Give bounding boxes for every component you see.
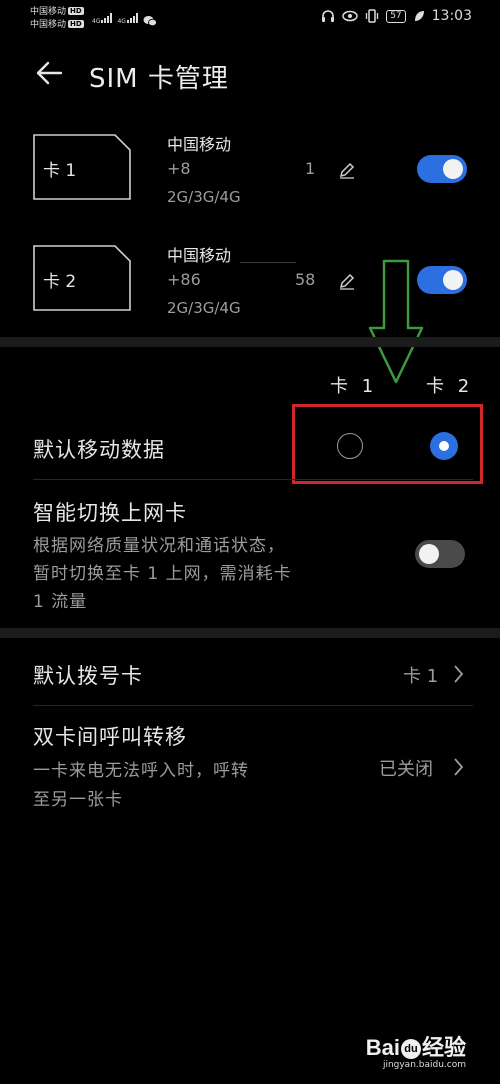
watermark-logo: Bai du 经验 — [365, 1035, 466, 1060]
call-forward-title: 双卡间呼叫转移 — [33, 725, 187, 749]
toggle-knob — [419, 544, 439, 564]
toggle-knob — [443, 270, 463, 290]
sim-2-network: 2G/3G/4G — [167, 299, 241, 317]
column-header-card-2: 卡 2 — [426, 376, 474, 397]
toggle-knob — [443, 159, 463, 179]
sim-2-carrier: 中国移动 — [167, 246, 232, 265]
back-button[interactable] — [34, 58, 64, 92]
default-dial-row[interactable]: 默认拨号卡 卡 1 — [0, 640, 500, 702]
status-time: 13:03 — [431, 8, 472, 24]
default-dial-value: 卡 1 — [403, 666, 439, 687]
sim-1-number-prefix: +8 — [167, 159, 191, 178]
signal-icons: 4G 4G — [92, 8, 157, 27]
divider — [33, 705, 473, 706]
annotation-arrow-icon — [368, 259, 424, 384]
sim-1-toggle[interactable] — [417, 155, 467, 183]
sim-slot-label: 卡 1 — [43, 161, 77, 181]
wechat-icon — [143, 16, 157, 27]
status-right: 57 13:03 — [321, 8, 472, 24]
call-forward-desc-line-1: 一卡来电无法呼入时，呼转 — [33, 761, 249, 781]
call-forward-value: 已关闭 — [379, 759, 433, 780]
column-header-card-1: 卡 1 — [330, 376, 378, 397]
smart-switch-title: 智能切换上网卡 — [33, 501, 187, 525]
chevron-right-icon — [454, 665, 464, 683]
baidu-jingyan-watermark: Bai du 经验 jingyan.baidu.com — [366, 1030, 466, 1070]
chevron-right-icon — [454, 758, 464, 776]
vibrate-icon — [366, 9, 379, 23]
battery-icon: 57 — [386, 9, 406, 23]
sim-card-1-icon: 卡 1 — [33, 134, 131, 200]
smart-switch-desc-line-1: 根据网络质量状况和通话状态， — [33, 536, 285, 556]
section-separator — [0, 628, 500, 638]
headphones-icon — [322, 10, 335, 22]
smart-switch-desc-line-2: 暂时切换至卡 1 上网，需消耗卡 — [33, 564, 292, 584]
redaction-line — [240, 262, 296, 263]
sim-slot-label: 卡 2 — [43, 272, 77, 292]
sim-2-number-prefix: +86 — [167, 270, 201, 289]
status-carrier-1: 中国移动 HD — [30, 7, 84, 17]
section-separator — [0, 337, 500, 347]
call-forward-row[interactable]: 双卡间呼叫转移 一卡来电无法呼入时，呼转 至另一张卡 已关闭 — [0, 708, 500, 820]
page-title: SIM 卡管理 — [89, 64, 229, 94]
leaf-icon — [414, 11, 424, 21]
sim-1-network: 2G/3G/4G — [167, 188, 241, 206]
sim-card-2-icon: 卡 2 — [33, 245, 131, 311]
back-arrow-icon — [36, 61, 63, 85]
signal-strength-icon: 4G — [92, 8, 113, 27]
sim-1-number-suffix: 1 — [305, 159, 316, 178]
pencil-icon — [339, 162, 355, 179]
divider — [33, 479, 473, 480]
edit-number-button[interactable] — [338, 272, 356, 294]
sim-1-carrier: 中国移动 — [167, 135, 232, 154]
smart-switch-toggle[interactable] — [415, 540, 465, 568]
paw-icon: du — [400, 1039, 421, 1059]
call-forward-desc-line-2: 至另一张卡 — [33, 790, 123, 810]
signal-strength-icon: 4G — [117, 8, 138, 27]
status-carrier-2: 中国移动 HD — [30, 20, 84, 30]
sim-2-number-suffix: 58 — [295, 270, 316, 289]
default-dial-title: 默认拨号卡 — [33, 664, 143, 688]
default-data-label: 默认移动数据 — [33, 438, 165, 462]
smart-switch-desc-line-3: 1 流量 — [33, 592, 88, 612]
pencil-icon — [339, 273, 355, 290]
eye-comfort-icon — [342, 10, 358, 22]
annotation-box — [292, 404, 483, 484]
edit-number-button[interactable] — [338, 161, 356, 183]
